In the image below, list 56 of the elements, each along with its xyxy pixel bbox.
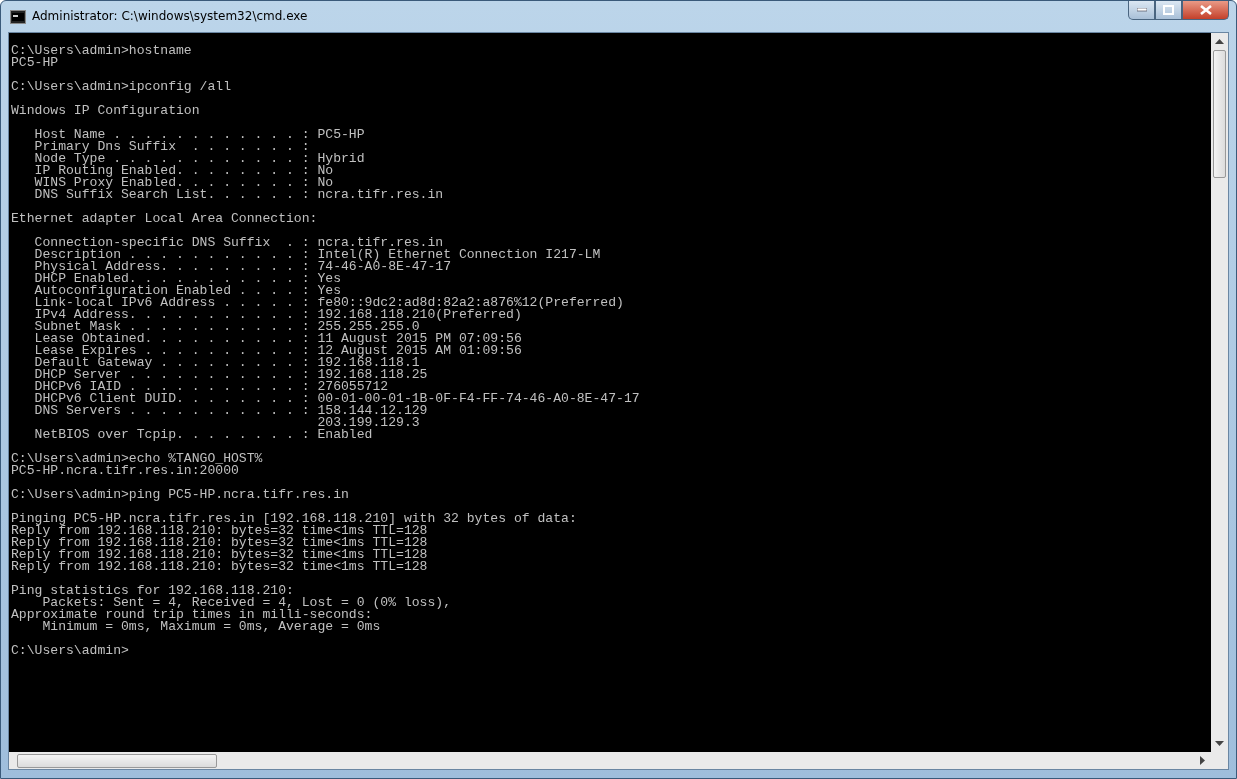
console-line: Minimum = 0ms, Maximum = 0ms, Average = 0ms <box>42 621 382 633</box>
console-line: Ethernet adapter Local Area Connection: <box>11 213 319 225</box>
console-line: Pinging PC5-HP.ncra.tifr.res.in [192.168.118.210] with 32 bytes of data: <box>11 513 578 525</box>
console-icon <box>10 10 26 24</box>
console-line: Packets: Sent = 4, Received = 4, Lost = 0 (0% loss), <box>42 597 453 609</box>
close-button[interactable] <box>1182 1 1229 20</box>
scroll-right-icon[interactable] <box>1200 756 1205 765</box>
console-line: Default Gateway . . . . . . . . . : 192.168.118.1 <box>33 357 420 369</box>
console-line: C:\Users\admin>hostname <box>11 45 193 57</box>
console-line: Host Name . . . . . . . . . . . . : PC5-HP <box>33 129 366 141</box>
console-line: Ping statistics for 192.168.118.210: <box>11 585 295 597</box>
console-line: DHCP Server . . . . . . . . . . . : 192.168.118.25 <box>33 369 429 381</box>
console-line: DHCP Enabled. . . . . . . . . . . : Yes <box>33 273 343 285</box>
console-line: Windows IP Configuration <box>11 105 201 117</box>
console-line: 203.199.129.3 <box>316 417 421 429</box>
scroll-thumb[interactable] <box>17 753 217 768</box>
console-line: Physical Address. . . . . . . . . : 74-46-A0-8E-47-17 <box>33 261 453 273</box>
console-line: Lease Expires . . . . . . . . . . : 12 August 2015 AM 01:09:56 <box>33 345 523 357</box>
scroll-up-icon[interactable] <box>1215 39 1224 44</box>
console-line: Reply from 192.168.118.210: bytes=32 time<1ms TTL=128 <box>11 549 429 561</box>
close-icon <box>1199 5 1212 15</box>
console-line: WINS Proxy Enabled. . . . . . . . : No <box>33 177 334 189</box>
console-line: C:\Users\admin>ipconfig /all <box>11 81 232 93</box>
console-line: DNS Servers . . . . . . . . . . . : 158.144.12.129 <box>33 405 429 417</box>
minimize-button[interactable] <box>1128 1 1155 20</box>
maximize-icon <box>1163 5 1174 15</box>
console-line: Lease Obtained. . . . . . . . . . : 11 August 2015 PM 07:09:56 <box>33 333 523 345</box>
console-line: C:\Users\admin> <box>11 645 130 657</box>
console-line: Node Type . . . . . . . . . . . . : Hybrid <box>33 153 366 165</box>
window-title: Administrator: C:\windows\system32\cmd.exe <box>32 9 308 23</box>
console-line: PC5-HP.ncra.tifr.res.in:20000 <box>11 465 239 477</box>
minimize-icon <box>1136 8 1147 12</box>
console-line: IPv4 Address. . . . . . . . . . . : 192.168.118.210(Preferred) <box>33 309 522 321</box>
console-line: C:\Users\admin>ping PC5-HP.ncra.tifr.res.in <box>11 489 350 501</box>
scroll-down-icon[interactable] <box>1215 741 1224 746</box>
maximize-button[interactable] <box>1155 1 1182 20</box>
console-line: Autoconfiguration Enabled . . . . : Yes <box>33 285 342 297</box>
console-line: DHCPv6 IAID . . . . . . . . . . . : 276055712 <box>33 381 389 393</box>
console-line: Subnet Mask . . . . . . . . . . . : 255.255.255.0 <box>33 321 420 333</box>
console-line: Reply from 192.168.118.210: bytes=32 time<1ms TTL=128 <box>11 537 429 549</box>
console-line: NetBIOS over Tcpip. . . . . . . . : Enabled <box>33 429 374 441</box>
console-line: DNS Suffix Search List. . . . . . : ncra.tifr.res.in <box>33 189 445 201</box>
horizontal-scrollbar[interactable] <box>9 752 1211 769</box>
console-line: Approximate round trip times in milli-seconds: <box>11 609 373 621</box>
scroll-thumb[interactable] <box>1213 50 1226 178</box>
console-line: IP Routing Enabled. . . . . . . . : No <box>33 165 334 177</box>
console-line: DHCPv6 Client DUID. . . . . . . . : 00-01-00-01-1B-0F-F4-FF-74-46-A0-8E-47-17 <box>33 393 641 405</box>
console-line: Connection-specific DNS Suffix . : ncra.tifr.res.in <box>33 237 444 249</box>
console-line: Link-local IPv6 Address . . . . . : fe80::9dc2:ad8d:82a2:a876%12(Preferred) <box>33 297 625 309</box>
console-line: Reply from 192.168.118.210: bytes=32 time<1ms TTL=128 <box>11 525 429 537</box>
console-line: Description . . . . . . . . . . . : Intel(R) Ethernet Connection I217-LM <box>33 249 602 261</box>
console-line: PC5-HP <box>11 57 60 69</box>
console-line: Reply from 192.168.118.210: bytes=32 time<1ms TTL=128 <box>11 561 429 573</box>
console-line: Primary Dns Suffix . . . . . . . : <box>33 141 311 153</box>
console-line: C:\Users\admin>echo %TANGO_HOST% <box>11 453 264 465</box>
vertical-scrollbar[interactable] <box>1211 33 1228 752</box>
